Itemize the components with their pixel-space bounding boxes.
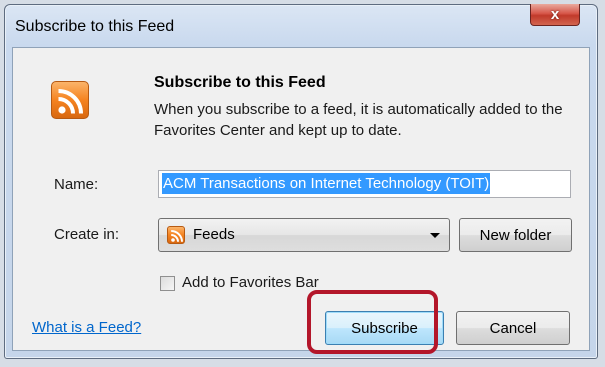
chevron-down-icon	[430, 233, 440, 238]
feeds-folder-rss-icon	[167, 226, 185, 244]
close-button[interactable]: x	[530, 4, 580, 26]
cancel-label: Cancel	[489, 319, 537, 337]
dialog-heading: Subscribe to this Feed	[154, 74, 326, 91]
dialog-body: Subscribe to this Feed When you subscrib…	[12, 47, 590, 351]
feed-name-input[interactable]: ACM Transactions on Internet Technology …	[158, 170, 571, 198]
new-folder-label: New folder	[479, 226, 552, 244]
subscribe-dialog-window: Subscribe to this Feed x Subscribe to th…	[4, 4, 598, 359]
close-icon: x	[550, 6, 560, 23]
new-folder-button[interactable]: New folder	[459, 218, 572, 252]
add-to-favorites-bar-label[interactable]: Add to Favorites Bar	[182, 274, 319, 291]
name-label: Name:	[54, 176, 99, 193]
window-title: Subscribe to this Feed	[15, 18, 175, 35]
add-to-favorites-bar-checkbox[interactable]	[160, 276, 175, 291]
create-in-label: Create in:	[54, 226, 120, 243]
dialog-description: When you subscribe to a feed, it is auto…	[154, 101, 563, 139]
subscribe-button[interactable]: Subscribe	[325, 311, 444, 345]
what-is-a-feed-link[interactable]: What is a Feed?	[32, 319, 141, 336]
rss-icon	[51, 81, 89, 119]
create-in-dropdown[interactable]: Feeds	[158, 218, 450, 252]
subscribe-label: Subscribe	[351, 319, 418, 337]
title-bar[interactable]: Subscribe to this Feed x	[5, 4, 597, 49]
create-in-selected: Feeds	[193, 226, 235, 243]
feed-name-value: ACM Transactions on Internet Technology …	[162, 173, 491, 194]
cancel-button[interactable]: Cancel	[456, 311, 570, 345]
